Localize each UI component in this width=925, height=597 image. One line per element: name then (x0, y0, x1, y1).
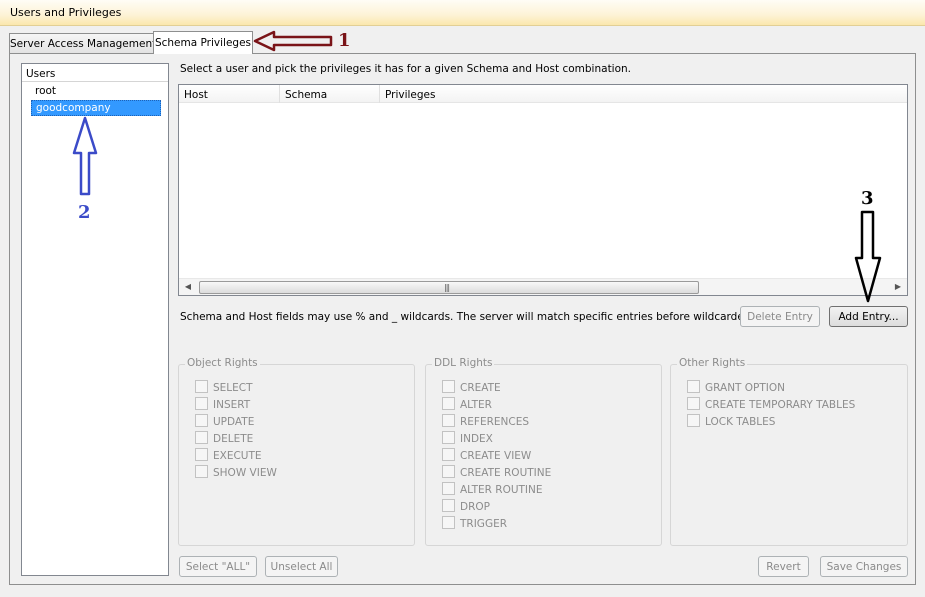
checkbox-icon[interactable] (442, 516, 455, 529)
add-entry-button[interactable]: Add Entry... (829, 306, 908, 327)
checkbox-icon[interactable] (195, 414, 208, 427)
checkbox-icon[interactable] (687, 380, 700, 393)
schema-privileges-table[interactable]: Host Schema Privileges ◀ ||| ▶ (178, 84, 908, 296)
horizontal-scrollbar[interactable]: ◀ ||| ▶ (179, 278, 907, 295)
save-changes-button[interactable]: Save Changes (820, 556, 908, 577)
checkbox-icon[interactable] (442, 465, 455, 478)
tab-schema-privileges[interactable]: Schema Privileges (153, 31, 253, 54)
checkbox-update[interactable]: UPDATE (195, 414, 254, 428)
checkbox-drop[interactable]: DROP (442, 499, 490, 513)
checkbox-icon[interactable] (442, 448, 455, 461)
annotation-arrow-1 (253, 30, 333, 52)
unselect-all-button[interactable]: Unselect All (265, 556, 338, 577)
checkbox-icon[interactable] (442, 397, 455, 410)
checkbox-icon[interactable] (195, 380, 208, 393)
user-item-root[interactable]: root (31, 84, 161, 100)
checkbox-create-routine[interactable]: CREATE ROUTINE (442, 465, 551, 479)
column-header-privileges[interactable]: Privileges (380, 85, 907, 103)
column-header-host[interactable]: Host (179, 85, 280, 103)
column-header-schema[interactable]: Schema (280, 85, 380, 103)
ddl-rights-title: DDL Rights (432, 357, 495, 369)
checkbox-create-view[interactable]: CREATE VIEW (442, 448, 531, 462)
scroll-right-arrow-icon[interactable]: ▶ (891, 280, 905, 294)
checkbox-index[interactable]: INDEX (442, 431, 493, 445)
object-rights-group: Object Rights SELECT INSERT UPDATE DELET… (178, 357, 415, 546)
annotation-arrow-2 (72, 116, 98, 196)
other-rights-title: Other Rights (677, 357, 748, 369)
delete-entry-button[interactable]: Delete Entry (740, 306, 820, 327)
annotation-label-1: 1 (338, 30, 351, 51)
scroll-left-arrow-icon[interactable]: ◀ (181, 280, 195, 294)
checkbox-delete[interactable]: DELETE (195, 431, 253, 445)
scrollbar-grip-icon: ||| (444, 283, 450, 292)
scrollbar-thumb[interactable]: ||| (199, 281, 699, 294)
tab-server-access-management[interactable]: Server Access Management (9, 33, 156, 53)
other-rights-group: Other Rights GRANT OPTION CREATE TEMPORA… (670, 357, 908, 546)
checkbox-create-temporary-tables[interactable]: CREATE TEMPORARY TABLES (687, 397, 855, 411)
select-all-button[interactable]: Select "ALL" (179, 556, 257, 577)
annotation-label-3: 3 (861, 188, 874, 209)
users-list-header: Users (22, 64, 168, 82)
checkbox-icon[interactable] (442, 431, 455, 444)
checkbox-lock-tables[interactable]: LOCK TABLES (687, 414, 775, 428)
checkbox-icon[interactable] (442, 482, 455, 495)
checkbox-icon[interactable] (195, 397, 208, 410)
title-bar: Users and Privileges (0, 0, 925, 26)
object-rights-title: Object Rights (185, 357, 260, 369)
checkbox-alter-routine[interactable]: ALTER ROUTINE (442, 482, 543, 496)
user-item-goodcompany[interactable]: goodcompany (31, 100, 161, 116)
checkbox-grant-option[interactable]: GRANT OPTION (687, 380, 785, 394)
checkbox-create[interactable]: CREATE (442, 380, 501, 394)
checkbox-icon[interactable] (442, 499, 455, 512)
checkbox-insert[interactable]: INSERT (195, 397, 250, 411)
checkbox-trigger[interactable]: TRIGGER (442, 516, 507, 530)
wildcard-note: Schema and Host fields may use % and _ w… (180, 311, 783, 323)
checkbox-select[interactable]: SELECT (195, 380, 253, 394)
checkbox-icon[interactable] (687, 397, 700, 410)
checkbox-icon[interactable] (442, 414, 455, 427)
checkbox-references[interactable]: REFERENCES (442, 414, 529, 428)
table-header: Host Schema Privileges (179, 85, 907, 103)
checkbox-icon[interactable] (687, 414, 700, 427)
instructions-text: Select a user and pick the privileges it… (180, 63, 632, 75)
ddl-rights-group: DDL Rights CREATE ALTER REFERENCES INDEX… (425, 357, 662, 546)
checkbox-execute[interactable]: EXECUTE (195, 448, 262, 462)
checkbox-icon[interactable] (195, 448, 208, 461)
checkbox-icon[interactable] (442, 380, 455, 393)
revert-button[interactable]: Revert (758, 556, 809, 577)
annotation-arrow-3 (854, 210, 882, 303)
annotation-label-2: 2 (78, 202, 91, 223)
checkbox-show-view[interactable]: SHOW VIEW (195, 465, 277, 479)
checkbox-alter[interactable]: ALTER (442, 397, 492, 411)
window-title: Users and Privileges (10, 6, 122, 19)
checkbox-icon[interactable] (195, 431, 208, 444)
checkbox-icon[interactable] (195, 465, 208, 478)
